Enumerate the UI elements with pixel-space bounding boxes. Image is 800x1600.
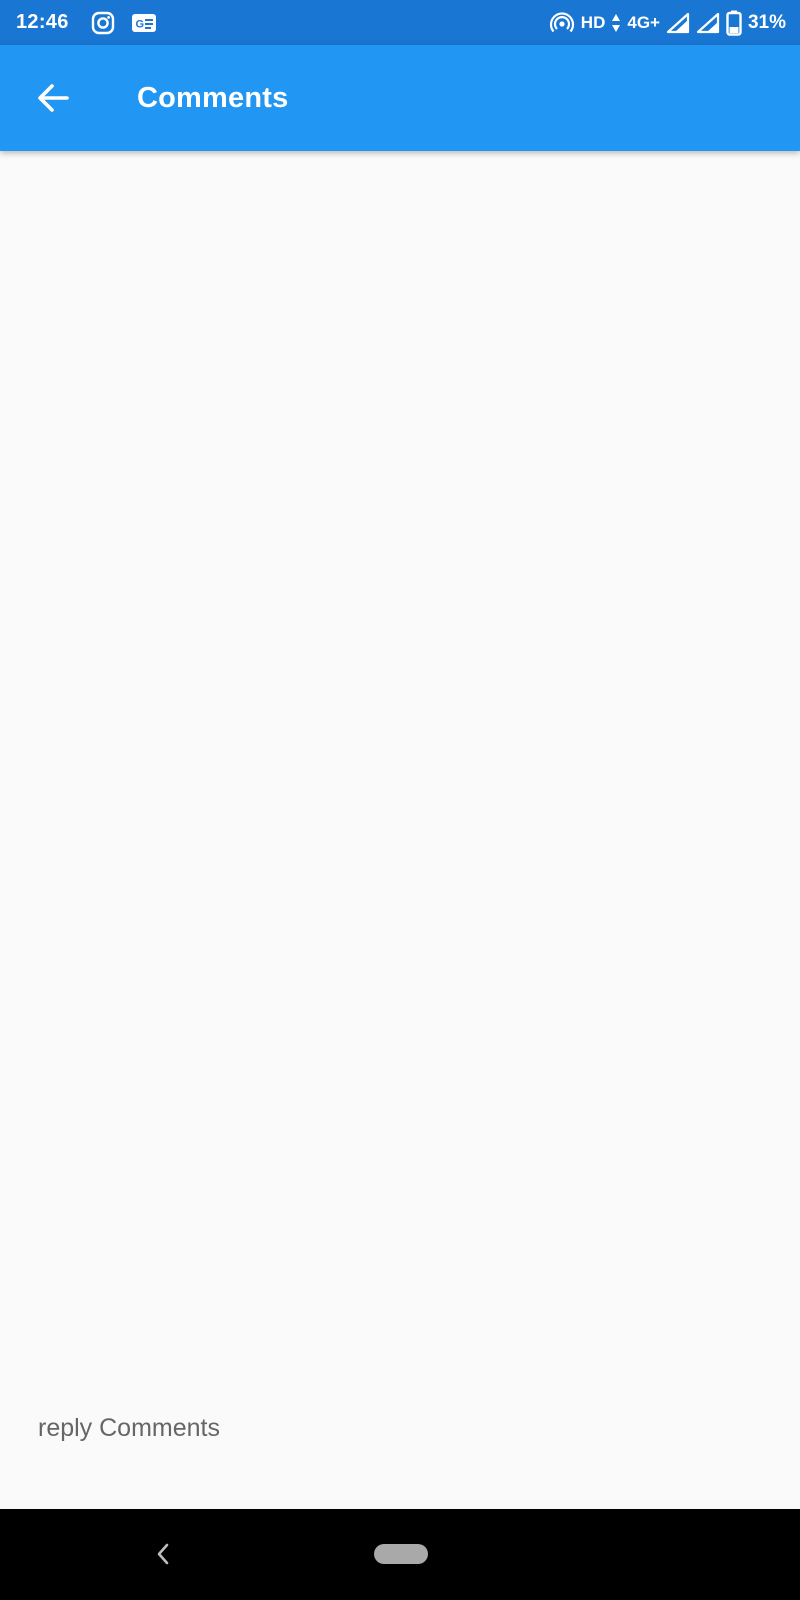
comments-list[interactable]	[0, 151, 800, 1509]
hotspot-icon	[549, 11, 575, 34]
status-bar: 12:46 G HD 4G+ 31%	[0, 0, 800, 45]
news-icon: G	[131, 12, 157, 34]
signal-icon	[666, 12, 690, 34]
status-time: 12:46	[16, 11, 69, 33]
status-left: 12:46 G	[16, 11, 173, 35]
arrow-left-icon	[38, 84, 69, 112]
back-chevron-icon	[157, 1543, 169, 1565]
home-pill-button[interactable]	[374, 1544, 428, 1564]
app-bar: Comments	[0, 45, 800, 151]
navigation-bar	[0, 1509, 800, 1600]
reply-comment-input[interactable]	[38, 1405, 762, 1451]
network-type-label: 4G+	[627, 12, 660, 32]
network-hd-label: HD	[580, 12, 606, 32]
battery-icon	[726, 10, 742, 36]
instagram-icon	[91, 11, 115, 35]
signal-icon	[696, 12, 720, 34]
back-button[interactable]	[25, 70, 81, 126]
comments-screen: 12:46 G HD 4G+ 31% Comments reply Commen…	[0, 0, 800, 1600]
page-title: Comments	[137, 81, 289, 114]
svg-text:G: G	[135, 18, 144, 30]
data-arrows-icon	[611, 12, 621, 34]
battery-percent: 31%	[747, 11, 786, 33]
nav-back-button[interactable]	[148, 1537, 178, 1571]
status-right: HD 4G+ 31%	[543, 10, 786, 36]
